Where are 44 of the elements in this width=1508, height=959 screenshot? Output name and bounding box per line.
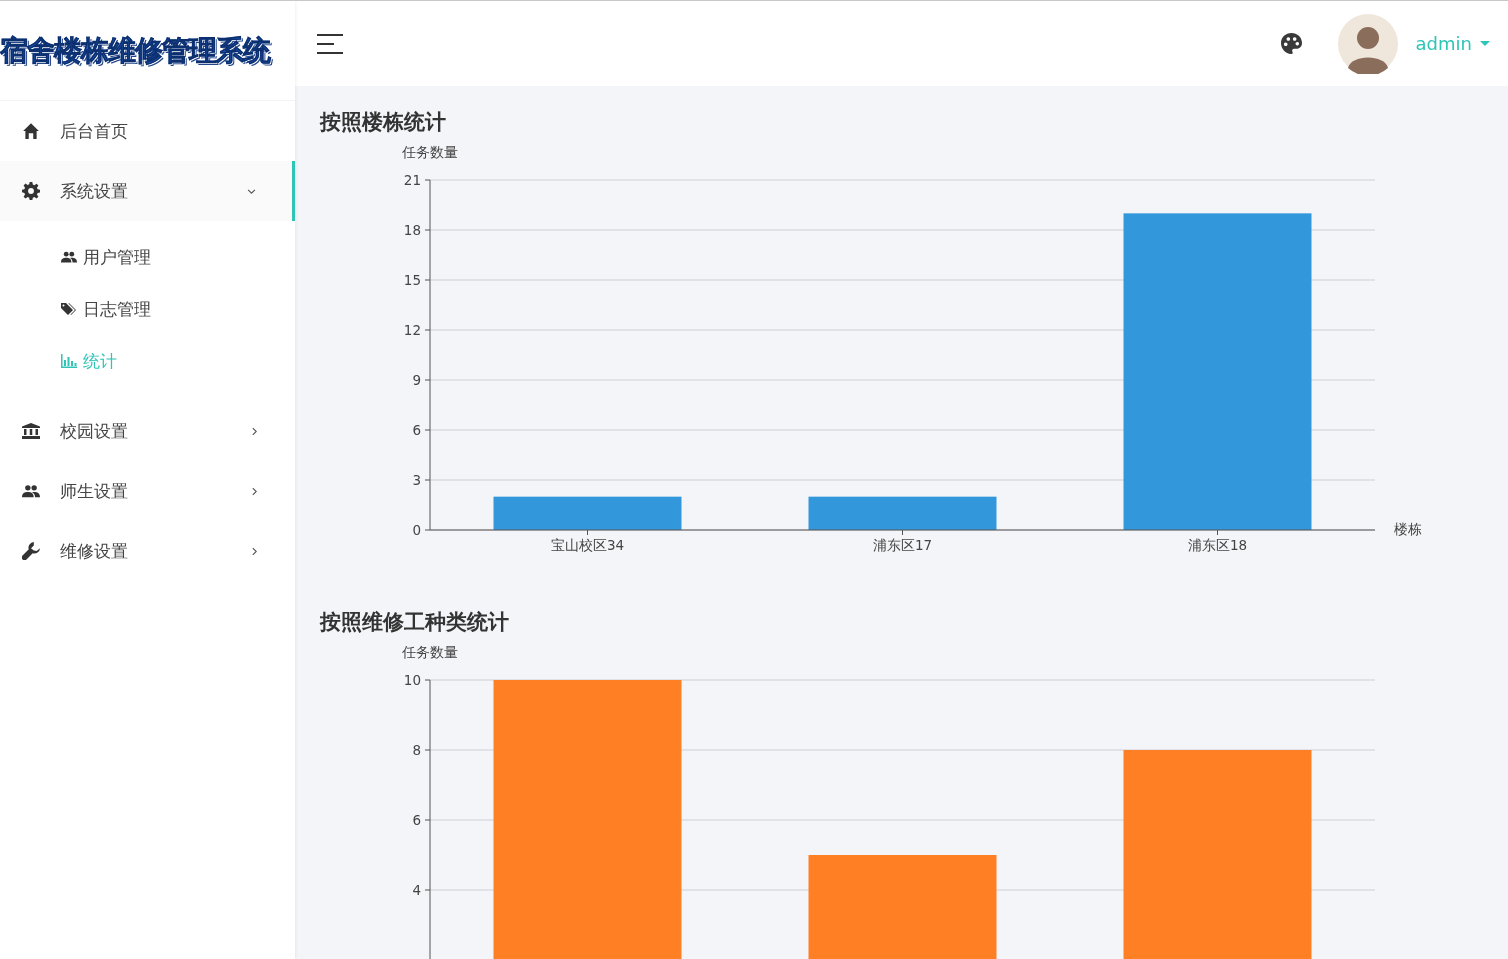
axis-label: 4 xyxy=(412,882,421,898)
menu-item[interactable]: 后台首页 xyxy=(0,101,295,161)
section-title: 按照楼栋统计 xyxy=(320,109,446,136)
wrench-icon xyxy=(22,542,40,560)
chevron-down-icon xyxy=(247,186,256,196)
app-logo-title: 宿舍楼栋维修管理系统 xyxy=(0,32,270,69)
section-title: 按照维修工种类统计 xyxy=(320,609,509,636)
menu-item[interactable]: 维修设置 xyxy=(0,521,295,581)
users-icon xyxy=(22,482,40,500)
axis-label: 0 xyxy=(412,522,421,538)
axis-label: 15 xyxy=(403,272,421,288)
axis-label: 10 xyxy=(403,672,421,688)
gear-icon xyxy=(22,182,40,200)
axis-label: 9 xyxy=(412,372,421,388)
tags-icon xyxy=(61,302,77,316)
axis-label: 18 xyxy=(403,222,421,238)
menu-item[interactable]: 系统设置 xyxy=(0,161,295,221)
menu-icon[interactable] xyxy=(317,33,343,54)
axis-title: 任务数量 xyxy=(402,644,458,660)
palette-icon[interactable] xyxy=(1280,33,1302,54)
axis-label: 浦东区17 xyxy=(872,537,933,553)
chevron-right-icon xyxy=(250,426,259,436)
home-icon xyxy=(22,122,40,140)
user-avatar[interactable] xyxy=(1337,13,1398,74)
caret-icon xyxy=(1480,40,1490,47)
axis-label: 6 xyxy=(412,812,421,828)
menu-item[interactable]: 师生设置 xyxy=(0,461,295,521)
axis-label: 3 xyxy=(412,472,421,488)
axis-title: 楼栋 xyxy=(1394,521,1422,537)
bar-chart-icon xyxy=(61,354,77,368)
axis-label: 宝山校区34 xyxy=(550,537,625,553)
axis-label: 8 xyxy=(412,742,421,758)
submenu-item[interactable]: 用户管理 xyxy=(0,231,295,283)
chevron-right-icon xyxy=(250,486,259,496)
menu-item[interactable]: 校园设置 xyxy=(0,401,295,461)
axis-title: 任务数量 xyxy=(402,144,458,160)
submenu-item[interactable]: 日志管理 xyxy=(0,283,295,335)
users-icon xyxy=(61,250,77,264)
axis-label: 6 xyxy=(412,422,421,438)
chevron-right-icon xyxy=(250,546,259,556)
axis-label: 21 xyxy=(403,172,421,188)
bank-icon xyxy=(22,422,40,440)
axis-label: 浦东区18 xyxy=(1187,537,1248,553)
axis-label: 12 xyxy=(403,322,421,338)
